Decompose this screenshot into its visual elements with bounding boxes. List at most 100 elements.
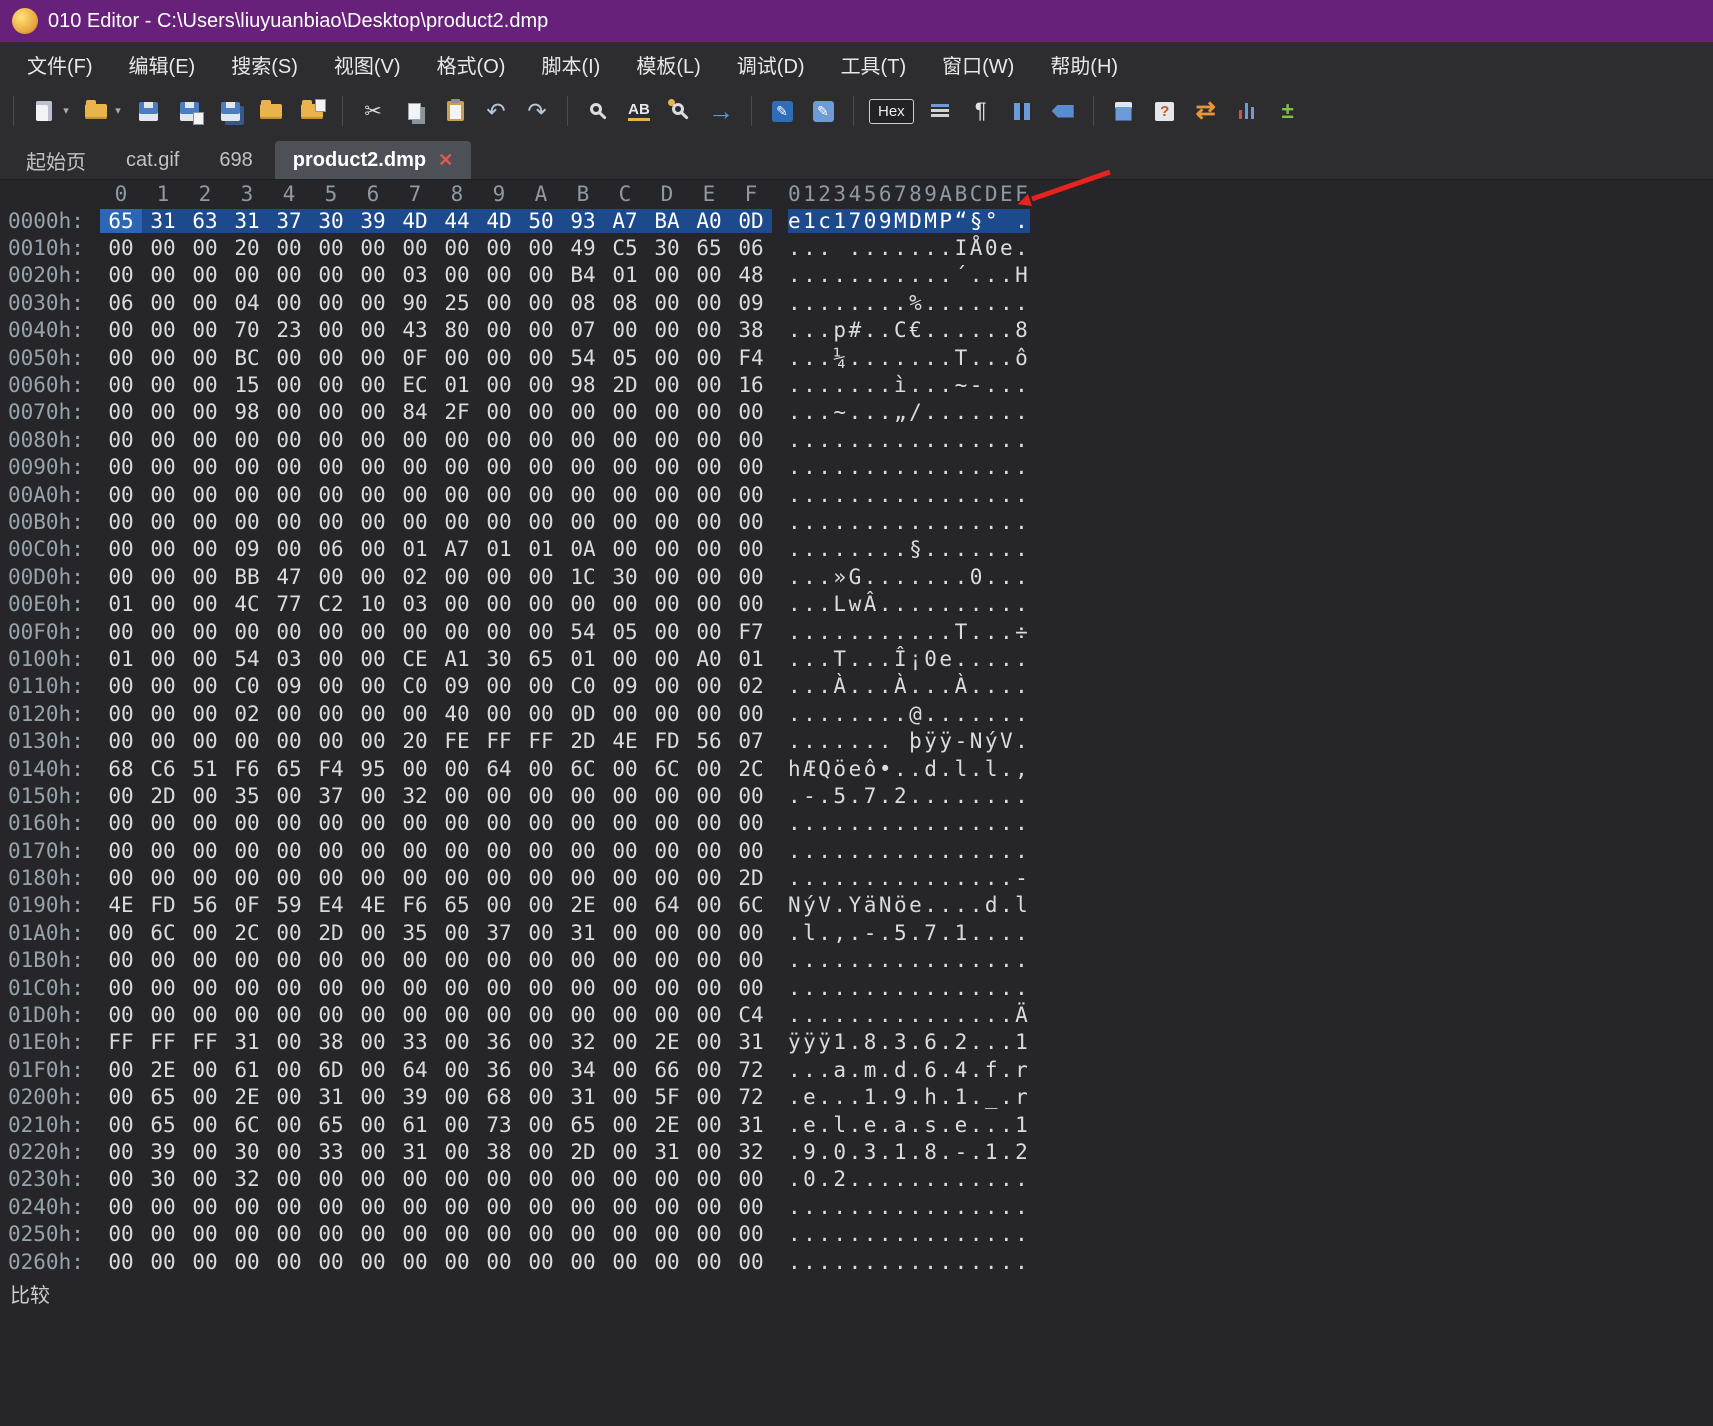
byte-cell[interactable]: 00 [730, 702, 772, 726]
byte-cell[interactable]: F4 [310, 757, 352, 781]
byte-cell[interactable]: 00 [142, 674, 184, 698]
byte-cell[interactable]: 65 [142, 1085, 184, 1109]
byte-cell[interactable]: 00 [688, 839, 730, 863]
byte-cell[interactable]: 00 [436, 811, 478, 835]
byte-cell[interactable]: 00 [184, 291, 226, 315]
byte-cell[interactable]: 00 [268, 263, 310, 287]
byte-cell[interactable]: 00 [268, 1250, 310, 1274]
tab-698[interactable]: 698 [201, 141, 270, 179]
byte-cell[interactable]: 00 [520, 400, 562, 424]
byte-cell[interactable]: 00 [184, 729, 226, 753]
byte-cell[interactable]: 0F [226, 893, 268, 917]
menu-item-1[interactable]: 编辑(E) [112, 44, 213, 85]
byte-cell[interactable]: 00 [688, 1167, 730, 1191]
byte-cell[interactable]: 00 [730, 400, 772, 424]
byte-cell[interactable]: 00 [352, 811, 394, 835]
byte-cell[interactable]: 00 [436, 428, 478, 452]
byte-cell[interactable]: EC [394, 373, 436, 397]
byte-cell[interactable]: 00 [688, 400, 730, 424]
byte-cell[interactable]: 00 [478, 510, 520, 534]
byte-cell[interactable]: 00 [520, 921, 562, 945]
byte-cell[interactable]: 65 [520, 647, 562, 671]
byte-cell[interactable]: 00 [688, 565, 730, 589]
byte-cell[interactable]: 00 [520, 811, 562, 835]
byte-cell[interactable]: 64 [646, 893, 688, 917]
save-icon[interactable] [130, 93, 166, 129]
byte-cell[interactable]: 05 [604, 620, 646, 644]
byte-cell[interactable]: 00 [688, 263, 730, 287]
hex-row-0130h[interactable]: 0130h:0000000000000020FEFFFF2D4EFD5607..… [0, 727, 1713, 754]
byte-cell[interactable]: 00 [520, 702, 562, 726]
byte-cell[interactable]: 00 [184, 921, 226, 945]
byte-cell[interactable]: 00 [730, 1222, 772, 1246]
byte-cell[interactable]: 36 [478, 1030, 520, 1054]
run-template-icon[interactable]: ✎ [805, 93, 841, 129]
byte-cell[interactable]: 00 [184, 428, 226, 452]
edit-as-icon[interactable] [922, 93, 958, 129]
byte-cell[interactable]: 00 [142, 236, 184, 260]
byte-cell[interactable]: 65 [100, 209, 142, 233]
byte-cell[interactable]: 00 [520, 455, 562, 479]
byte-cell[interactable]: 00 [520, 346, 562, 370]
byte-cell[interactable]: 00 [436, 1195, 478, 1219]
byte-cell[interactable]: 54 [562, 346, 604, 370]
byte-cell[interactable]: 00 [184, 1195, 226, 1219]
tab-close-icon[interactable]: ✕ [438, 150, 453, 171]
find-icon[interactable] [580, 93, 616, 129]
ascii-text[interactable]: ...........´...H [788, 263, 1030, 287]
hex-row-00B0h[interactable]: 00B0h:00000000000000000000000000000000..… [0, 508, 1713, 535]
byte-cell[interactable]: FD [142, 893, 184, 917]
byte-cell[interactable]: 00 [478, 318, 520, 342]
byte-cell[interactable]: F7 [730, 620, 772, 644]
byte-cell[interactable]: 00 [142, 318, 184, 342]
byte-cell[interactable]: 31 [730, 1113, 772, 1137]
byte-cell[interactable]: 00 [562, 784, 604, 808]
byte-cell[interactable]: 32 [562, 1030, 604, 1054]
byte-cell[interactable]: 00 [520, 592, 562, 616]
ascii-text[interactable]: .l.,.-.5.7.1.... [788, 921, 1030, 945]
byte-cell[interactable]: 00 [394, 866, 436, 890]
byte-cell[interactable]: 00 [478, 428, 520, 452]
byte-cell[interactable]: 00 [478, 620, 520, 644]
byte-cell[interactable]: 00 [520, 839, 562, 863]
byte-cell[interactable]: 00 [520, 1167, 562, 1191]
hex-row-0000h[interactable]: 0000h:653163313730394D444D5093A7BAA00De1… [0, 207, 1713, 234]
compare-panel-tab[interactable]: 比较 [10, 1279, 50, 1308]
byte-cell[interactable]: 00 [604, 537, 646, 561]
byte-cell[interactable]: 00 [100, 839, 142, 863]
histogram-icon[interactable] [1229, 93, 1265, 129]
byte-cell[interactable]: 00 [184, 674, 226, 698]
byte-cell[interactable]: A7 [604, 209, 646, 233]
byte-cell[interactable]: 00 [730, 455, 772, 479]
byte-cell[interactable]: 00 [184, 647, 226, 671]
find-in-files-icon[interactable] [662, 93, 698, 129]
byte-cell[interactable]: 00 [730, 592, 772, 616]
byte-cell[interactable]: 00 [478, 291, 520, 315]
byte-cell[interactable]: 2D [604, 373, 646, 397]
byte-cell[interactable]: 00 [604, 318, 646, 342]
byte-cell[interactable]: 6C [142, 921, 184, 945]
byte-cell[interactable]: 00 [604, 784, 646, 808]
tab-product2.dmp[interactable]: product2.dmp✕ [275, 141, 471, 179]
byte-cell[interactable]: 00 [436, 263, 478, 287]
byte-cell[interactable]: 00 [226, 483, 268, 507]
byte-cell[interactable]: 01 [478, 537, 520, 561]
byte-cell[interactable]: 00 [352, 729, 394, 753]
byte-cell[interactable]: 37 [310, 784, 352, 808]
byte-cell[interactable]: 00 [646, 647, 688, 671]
byte-cell[interactable]: 00 [688, 1222, 730, 1246]
hex-row-0040h[interactable]: 0040h:00000070230000438000000700000038..… [0, 317, 1713, 344]
byte-cell[interactable]: 00 [688, 674, 730, 698]
byte-cell[interactable]: 00 [352, 455, 394, 479]
hex-row-0190h[interactable]: 0190h:4EFD560F59E44EF66500002E0064006CNý… [0, 892, 1713, 919]
byte-cell[interactable]: 00 [268, 1085, 310, 1109]
byte-cell[interactable]: 00 [352, 263, 394, 287]
ascii-text[interactable]: .9.0.3.1.8.-.1.2 [788, 1140, 1030, 1164]
byte-cell[interactable]: 00 [226, 510, 268, 534]
byte-cell[interactable]: 00 [520, 757, 562, 781]
byte-cell[interactable]: 00 [604, 839, 646, 863]
byte-cell[interactable]: 00 [352, 620, 394, 644]
byte-cell[interactable]: 65 [688, 236, 730, 260]
byte-cell[interactable]: 06 [100, 291, 142, 315]
byte-cell[interactable]: 00 [394, 1250, 436, 1274]
